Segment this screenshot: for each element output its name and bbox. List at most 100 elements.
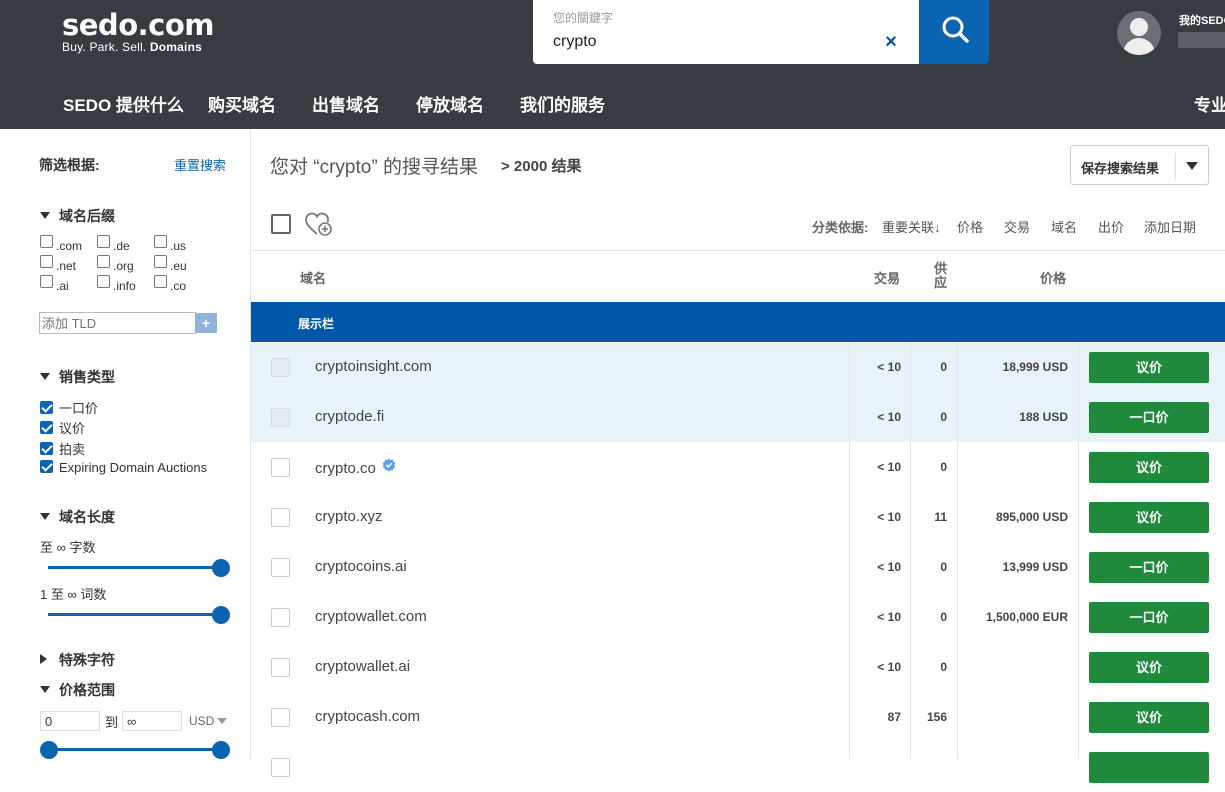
row-action-button[interactable]: 一口价 bbox=[1089, 402, 1209, 433]
domain-name-link[interactable]: cryptowallet.ai bbox=[315, 658, 410, 675]
sale-type-auction[interactable]: 拍卖 bbox=[40, 439, 85, 458]
add-tld-button[interactable]: + bbox=[195, 313, 217, 333]
domain-name-link[interactable]: crypto.co bbox=[315, 458, 396, 477]
sort-traffic[interactable]: 交易 bbox=[1004, 217, 1030, 236]
showcase-label: 展示栏 bbox=[298, 317, 335, 331]
row-action-button[interactable]: 议价 bbox=[1089, 452, 1209, 483]
tld-ai[interactable]: .ai bbox=[40, 275, 69, 293]
domain-name-link[interactable]: cryptode.fi bbox=[315, 408, 384, 425]
offers-value: 11 bbox=[934, 510, 947, 524]
row-action-button[interactable]: 议价 bbox=[1089, 352, 1209, 383]
site-header: sedo.com Buy. Park. Sell. Domains 您的關鍵字 … bbox=[0, 0, 1225, 129]
search-box: 您的關鍵字 × bbox=[533, 0, 919, 64]
row-checkbox[interactable] bbox=[271, 358, 290, 377]
tld-org[interactable]: .org bbox=[97, 255, 134, 273]
price-section-toggle[interactable]: 价格范围 bbox=[40, 680, 115, 700]
tld-section-toggle[interactable]: 域名后缀 bbox=[40, 206, 115, 226]
word-count-max-handle[interactable] bbox=[212, 606, 230, 624]
sort-offers[interactable]: 出价 bbox=[1098, 217, 1124, 236]
row-action-button[interactable]: 一口价 bbox=[1089, 602, 1209, 633]
sale-type-section-toggle[interactable]: 销售类型 bbox=[40, 367, 115, 387]
sort-price[interactable]: 价格 bbox=[957, 217, 983, 236]
domain-name-link[interactable]: cryptowallet.com bbox=[315, 608, 427, 625]
save-search-button[interactable]: 保存搜索结果 bbox=[1070, 145, 1209, 185]
word-count-slider[interactable] bbox=[48, 613, 220, 616]
clear-search-icon[interactable]: × bbox=[882, 30, 900, 54]
nav-item-park-domains[interactable]: 停放域名 bbox=[416, 92, 484, 120]
sort-date-added[interactable]: 添加日期 bbox=[1144, 217, 1196, 236]
add-tld-input[interactable] bbox=[39, 312, 196, 334]
tld-us[interactable]: .us bbox=[154, 235, 186, 253]
column-header-offers[interactable]: 供应 bbox=[934, 262, 947, 290]
nav-item-buy-domains[interactable]: 购买域名 bbox=[208, 92, 276, 120]
price-value: 188 USD bbox=[1019, 410, 1068, 424]
dropdown-arrow-icon[interactable] bbox=[1186, 162, 1198, 170]
nav-item-sell-domains[interactable]: 出售域名 bbox=[312, 92, 380, 120]
length-section-toggle[interactable]: 域名长度 bbox=[40, 507, 115, 527]
sort-domain[interactable]: 域名 bbox=[1051, 217, 1077, 236]
price-min-handle[interactable] bbox=[40, 741, 58, 759]
add-to-watchlist-icon[interactable] bbox=[305, 212, 333, 238]
domain-name-link[interactable]: cryptocoins.ai bbox=[315, 558, 407, 575]
tld-com[interactable]: .com bbox=[40, 235, 82, 253]
search-input[interactable] bbox=[553, 30, 873, 54]
row-checkbox[interactable] bbox=[271, 458, 290, 477]
column-header-price[interactable]: 价格 bbox=[1040, 268, 1066, 287]
sale-type-expiring-auctions[interactable]: Expiring Domain Auctions bbox=[40, 460, 207, 475]
row-checkbox[interactable] bbox=[271, 408, 290, 427]
tld-co[interactable]: .co bbox=[154, 275, 186, 293]
nav-item-pro[interactable]: 专业 bbox=[1194, 92, 1225, 120]
domain-name-link[interactable]: crypto.xyz bbox=[315, 508, 383, 525]
row-checkbox[interactable] bbox=[271, 658, 290, 677]
showcase-banner: 展示栏 bbox=[251, 302, 1225, 342]
traffic-value: < 10 bbox=[877, 610, 901, 624]
traffic-value: 87 bbox=[887, 710, 901, 724]
nav-item-services[interactable]: 我们的服务 bbox=[520, 92, 605, 120]
select-all-checkbox[interactable] bbox=[271, 214, 291, 234]
nav-item-sedo-offers[interactable]: SEDO 提供什么 bbox=[63, 92, 184, 120]
price-min-input[interactable] bbox=[40, 711, 100, 731]
my-sedo-link[interactable]: 我的SEDO bbox=[1179, 12, 1225, 28]
row-checkbox[interactable] bbox=[271, 608, 290, 627]
price-max-input[interactable] bbox=[122, 711, 182, 731]
sale-type-make-offer[interactable]: 议价 bbox=[40, 418, 85, 437]
special-chars-section-toggle[interactable]: 特殊字符 bbox=[40, 650, 115, 670]
row-action-button[interactable]: 议价 bbox=[1089, 702, 1209, 733]
sedo-logo[interactable]: sedo.com Buy. Park. Sell. Domains bbox=[62, 10, 214, 54]
column-header-traffic[interactable]: 交易 bbox=[874, 268, 900, 287]
row-checkbox[interactable] bbox=[271, 758, 290, 777]
row-action-button[interactable]: 一口价 bbox=[1089, 552, 1209, 583]
search-button[interactable] bbox=[919, 0, 989, 64]
avatar[interactable] bbox=[1117, 11, 1161, 55]
results-heading: 您对 “crypto” 的搜寻结果 bbox=[270, 157, 478, 178]
account-name-blurred bbox=[1178, 32, 1225, 48]
sale-type-buy-now[interactable]: 一口价 bbox=[40, 398, 98, 417]
tld-net[interactable]: .net bbox=[40, 255, 76, 273]
logo-tagline: Buy. Park. Sell. Domains bbox=[62, 40, 202, 54]
row-action-button[interactable] bbox=[1089, 752, 1209, 783]
column-header-domain[interactable]: 域名 bbox=[300, 268, 326, 287]
traffic-value: < 10 bbox=[877, 560, 901, 574]
price-range-slider[interactable] bbox=[48, 748, 220, 751]
row-checkbox[interactable] bbox=[271, 558, 290, 577]
tld-de[interactable]: .de bbox=[97, 235, 130, 253]
price-max-handle[interactable] bbox=[212, 741, 230, 759]
price-value: 1,500,000 EUR bbox=[985, 610, 1068, 624]
tld-eu[interactable]: .eu bbox=[154, 255, 187, 273]
reset-search-link[interactable]: 重置搜索 bbox=[174, 155, 226, 174]
logo-brand: sedo.com bbox=[62, 8, 214, 42]
row-action-button[interactable]: 议价 bbox=[1089, 652, 1209, 683]
domain-name-link[interactable]: cryptocash.com bbox=[315, 708, 420, 725]
domain-name-link[interactable]: cryptoinsight.com bbox=[315, 358, 432, 375]
offers-value: 0 bbox=[940, 660, 947, 674]
char-length-slider[interactable] bbox=[48, 566, 220, 569]
tld-info[interactable]: .info bbox=[97, 275, 136, 293]
row-checkbox[interactable] bbox=[271, 708, 290, 727]
row-action-button[interactable]: 议价 bbox=[1089, 502, 1209, 533]
char-length-max-handle[interactable] bbox=[212, 559, 230, 577]
sort-relevance[interactable]: 重要关联↓ bbox=[882, 217, 941, 236]
currency-select[interactable]: USD bbox=[189, 714, 228, 728]
row-checkbox[interactable] bbox=[271, 508, 290, 527]
price-value: 13,999 USD bbox=[1002, 560, 1068, 574]
price-value: 18,999 USD bbox=[1002, 360, 1068, 374]
